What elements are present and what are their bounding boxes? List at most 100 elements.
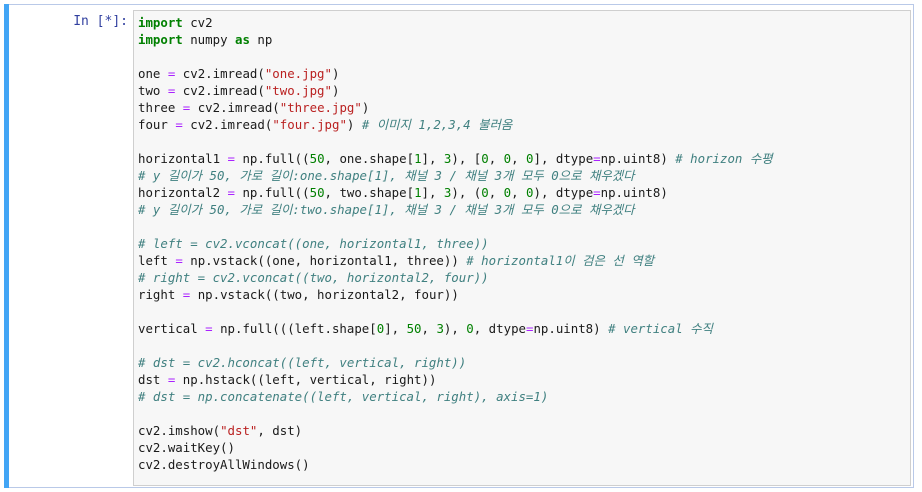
code-line: import numpy as np <box>138 31 773 48</box>
code-token: = <box>593 185 601 200</box>
code-token: ), [ <box>451 151 482 166</box>
code-token: = <box>205 321 213 336</box>
code-token: , two.shape[ <box>324 185 415 200</box>
code-line: # y 길이가 50, 가로 길이:one.shape[1], 채널 3 / 채… <box>138 167 773 184</box>
code-comment: # horizontal1이 검은 선 역할 <box>466 253 655 268</box>
code-token: ), ( <box>451 185 482 200</box>
code-text[interactable]: import cv2 import numpy as np one = cv2.i… <box>138 14 773 473</box>
code-token: 0 <box>466 321 474 336</box>
code-token: np <box>249 32 273 47</box>
code-token: np.hstack((left, vertical, right)) <box>175 372 437 387</box>
code-token: ) <box>346 117 362 132</box>
code-keyword: import <box>138 15 183 30</box>
code-comment: # y 길이가 50, 가로 길이:one.shape[1], 채널 3 / 채… <box>138 168 635 183</box>
code-token: cv2.imread( <box>190 100 280 115</box>
code-token: cv2.imshow( <box>138 423 221 438</box>
code-keyword: as <box>234 32 250 47</box>
code-token: 0 <box>503 185 512 200</box>
code-token: np.vstack((two, horizontal2, four)) <box>190 287 459 302</box>
code-line: cv2.destroyAllWindows() <box>138 456 773 473</box>
code-token: cv2.imread( <box>175 83 265 98</box>
code-line: # right = cv2.vconcat((two, horizontal2,… <box>138 269 773 286</box>
code-token: np.vstack((one, horizontal1, three)) <box>182 253 467 268</box>
code-token: left <box>138 253 176 268</box>
code-token: cv2.imread( <box>182 117 273 132</box>
code-token: = <box>593 151 601 166</box>
code-token: = <box>175 253 183 268</box>
code-token: 0 <box>481 151 489 166</box>
code-keyword: import <box>138 32 183 47</box>
code-line: left = np.vstack((one, horizontal1, thre… <box>138 252 773 269</box>
code-comment: # horizon 수평 <box>675 151 773 166</box>
code-comment: # 이미지 1,2,3,4 불러옴 <box>361 117 513 132</box>
code-token: 0 <box>481 185 489 200</box>
code-token: three <box>138 100 183 115</box>
code-comment: # dst = np.concatenate((left, vertical, … <box>138 389 549 404</box>
code-line: # dst = np.concatenate((left, vertical, … <box>138 388 773 405</box>
code-string: "dst" <box>220 423 258 438</box>
code-token: np.uint8) <box>600 185 668 200</box>
code-line: # left = cv2.vconcat((one, horizontal1, … <box>138 235 773 252</box>
code-token: , <box>488 151 504 166</box>
code-token: np.full(( <box>235 185 310 200</box>
code-comment: # vertical 수직 <box>608 321 713 336</box>
code-token: dst <box>138 372 168 387</box>
code-comment: # left = cv2.vconcat((one, horizontal1, … <box>138 236 489 251</box>
code-token: ], <box>421 185 444 200</box>
code-token: 50 <box>309 185 325 200</box>
code-token: , <box>511 151 527 166</box>
cell-prompt: In [*]: <box>73 14 128 29</box>
code-token: ), <box>443 321 467 336</box>
code-string: "four.jpg" <box>272 117 347 132</box>
code-token: = <box>227 151 235 166</box>
cell-selection-bar <box>4 4 9 488</box>
code-string: "three.jpg" <box>279 100 362 115</box>
code-token: vertical <box>138 321 206 336</box>
code-token: ], <box>421 151 444 166</box>
code-token: cv2.destroyAllWindows() <box>138 457 310 472</box>
code-token: cv2 <box>182 15 213 30</box>
code-token: 50 <box>309 151 325 166</box>
code-comment: # dst = cv2.hconcat((left, vertical, rig… <box>138 355 467 370</box>
code-token: two <box>138 83 168 98</box>
code-comment: # y 길이가 50, 가로 길이:two.shape[1], 채널 3 / 채… <box>138 202 635 217</box>
code-line: dst = np.hstack((left, vertical, right)) <box>138 371 773 388</box>
code-token: one <box>138 66 168 81</box>
code-token: np.uint8) <box>600 151 676 166</box>
code-token: 3 <box>436 321 444 336</box>
code-token: , dtype <box>473 321 526 336</box>
code-line: cv2.imshow("dst", dst) <box>138 422 773 439</box>
code-token: np.uint8) <box>533 321 609 336</box>
code-token: cv2.waitKey() <box>138 440 235 455</box>
code-token: , <box>511 185 527 200</box>
code-token: , <box>488 185 504 200</box>
code-token: ) <box>331 83 340 98</box>
code-line: four = cv2.imread("four.jpg") # 이미지 1,2,… <box>138 116 773 133</box>
code-token: , <box>421 321 437 336</box>
code-token: 1 <box>414 185 422 200</box>
code-line: horizontal2 = np.full((50, two.shape[1],… <box>138 184 773 201</box>
code-comment: # right = cv2.vconcat((two, horizontal2,… <box>138 270 489 285</box>
code-token: 50 <box>406 321 422 336</box>
code-token: horizontal2 <box>138 185 228 200</box>
code-token: four <box>138 117 176 132</box>
code-token: right <box>138 287 183 302</box>
code-token: , dst) <box>257 423 303 438</box>
code-line: # dst = cv2.hconcat((left, vertical, rig… <box>138 354 773 371</box>
code-line: cv2.waitKey() <box>138 439 773 456</box>
code-token: = <box>227 185 235 200</box>
code-token: horizontal1 <box>138 151 228 166</box>
code-token: 1 <box>414 151 422 166</box>
code-line: one = cv2.imread("one.jpg") <box>138 65 773 82</box>
code-token: ) <box>361 100 370 115</box>
code-line: two = cv2.imread("two.jpg") <box>138 82 773 99</box>
code-line: horizontal1 = np.full((50, one.shape[1],… <box>138 150 773 167</box>
code-token: np.full(( <box>235 151 310 166</box>
code-line: right = np.vstack((two, horizontal2, fou… <box>138 286 773 303</box>
code-token: numpy <box>182 32 235 47</box>
